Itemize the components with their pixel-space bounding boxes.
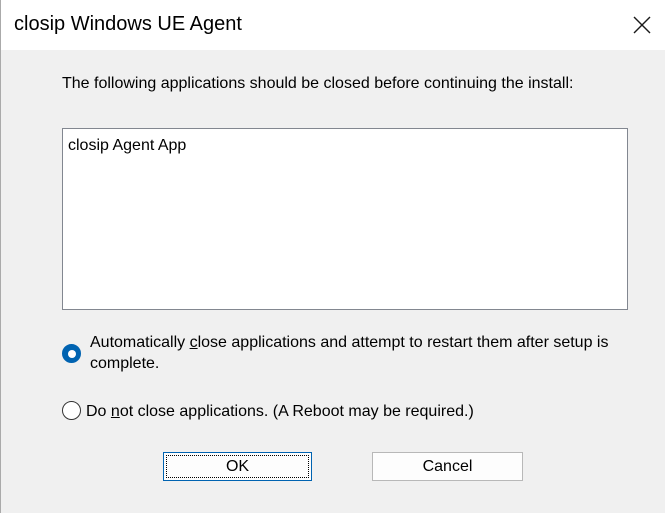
radio-auto-close-label: Automatically close applications and att… [90,334,609,372]
radio-do-not-close-label: Do not close applications. (A Reboot may… [86,403,474,420]
installer-dialog-window: closip Windows UE Agent The following ap… [0,0,665,513]
instruction-message: The following applications should be clo… [62,75,574,92]
applications-listbox[interactable]: closip Agent App [62,128,628,310]
window-title: closip Windows UE Agent [14,13,242,35]
accelerator-key: n [110,403,120,420]
radio-do-not-close[interactable]: Do not close applications. (A Reboot may… [62,401,616,422]
ok-button-label: OK [225,457,250,475]
ok-button[interactable]: OK [163,452,312,481]
title-bar[interactable]: closip Windows UE Agent [1,0,665,50]
list-item[interactable]: closip Agent App [68,136,622,156]
radio-auto-close[interactable]: Automatically close applications and att… [62,332,620,374]
accelerator-key: c [189,334,198,351]
cancel-button[interactable]: Cancel [372,452,523,481]
radio-unselected-icon[interactable] [62,401,81,420]
cancel-button-label: Cancel [422,457,473,475]
close-x-icon [633,16,651,34]
radio-selected-icon[interactable] [62,344,81,363]
close-button[interactable] [619,0,665,50]
